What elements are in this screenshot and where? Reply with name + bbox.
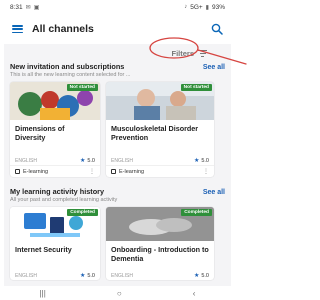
status-badge: Completed [181,209,212,216]
status-time: 8:31 [10,3,23,11]
course-type: E-learning [111,169,144,175]
course-title: Onboarding - Introduction to Dementia [111,245,209,263]
rating-value: 5.0 [87,157,95,164]
e-learning-icon [111,169,116,174]
course-language: ENGLISH [111,157,133,164]
section-title: New invitation and subscriptions [10,62,125,71]
course-card[interactable]: Completed Onboarding - Introduction to D… [106,207,214,280]
battery-level: 93% [211,3,225,11]
star-icon: ★ [79,273,86,279]
course-thumbnail: Completed [10,207,100,241]
mute-icon: ♪ [184,4,188,10]
course-title: Dimensions of Diversity [15,124,65,142]
rating-value: 5.0 [87,272,95,279]
filters-button[interactable]: Filters [4,44,231,62]
new-invitations-section: New invitation and subscriptions See all… [4,62,231,177]
section-title: My learning activity history [10,187,105,196]
course-card[interactable]: Not started Musculoskeletal Disorder Pre… [106,82,214,177]
star-icon: ★ [193,158,200,164]
see-all-link[interactable]: See all [203,64,225,71]
course-rating: ★ 5.0 [79,272,95,280]
status-bar: 8:31 ✉ ▣ ♪ 5G+ ▮ 93% [4,0,231,14]
more-options-icon[interactable]: ⋮ [89,168,95,175]
learning-history-section: My learning activity history See all All… [4,187,231,280]
network-indicator: 5G+ [190,3,203,11]
course-rating: ★ 5.0 [79,157,95,165]
course-language: ENGLISH [15,157,37,164]
back-icon[interactable]: ‹ [193,289,196,298]
message-icon: ▣ [33,4,40,11]
course-thumbnail: Not started [10,82,100,120]
signal-icon: ▮ [205,4,209,11]
see-all-link[interactable]: See all [203,189,225,196]
star-icon: ★ [79,158,86,164]
recent-apps-icon[interactable]: ||| [40,289,46,298]
status-badge: Completed [67,209,98,216]
filters-label: Filters [171,48,194,58]
filter-icon [198,49,207,57]
page-title: All channels [32,23,94,35]
course-thumbnail: Not started [106,82,214,120]
course-type: E-learning [15,169,48,175]
course-rating: ★ 5.0 [193,157,209,165]
app-screen: 8:31 ✉ ▣ ♪ 5G+ ▮ 93% All channels Filter… [4,0,231,300]
course-card[interactable]: Completed Internet Security ENGLISH ★ 5.… [10,207,100,280]
course-language: ENGLISH [15,272,37,279]
notification-icon: ✉ [25,4,31,11]
course-title: Musculoskeletal Disorder Prevention [111,124,199,142]
course-thumbnail: Completed [106,207,214,241]
app-bar: All channels [4,14,231,44]
course-type-label: E-learning [23,168,49,175]
search-icon[interactable] [211,23,223,35]
star-icon: ★ [193,273,200,279]
system-navigation-bar: ||| ○ ‹ [4,286,231,300]
e-learning-icon [15,169,20,174]
course-rating: ★ 5.0 [193,272,209,280]
rating-value: 5.0 [201,157,209,164]
rating-value: 5.0 [201,272,209,279]
hamburger-menu-icon[interactable] [12,25,23,33]
status-badge: Not started [180,84,212,91]
status-badge: Not started [66,84,98,91]
course-language: ENGLISH [111,272,133,279]
course-title: Internet Security [15,245,72,254]
course-card[interactable]: Not started Dimensions of Diversity ENGL… [10,82,100,177]
more-options-icon[interactable]: ⋮ [203,168,209,175]
home-icon[interactable]: ○ [117,289,122,298]
course-type-label: E-learning [119,168,145,175]
